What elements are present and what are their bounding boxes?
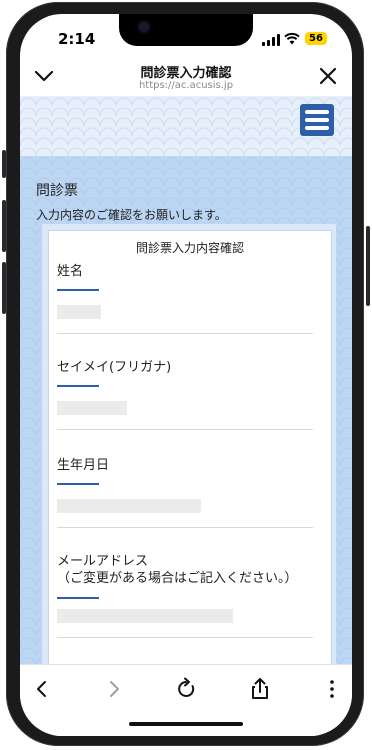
reload-icon[interactable] bbox=[172, 675, 200, 703]
field-value bbox=[57, 499, 201, 513]
share-icon[interactable] bbox=[246, 675, 274, 703]
field-value bbox=[57, 401, 127, 415]
field-underline bbox=[57, 289, 99, 291]
wifi-icon bbox=[284, 32, 300, 45]
site-header bbox=[20, 96, 352, 158]
field-divider bbox=[57, 333, 313, 334]
field-divider bbox=[57, 527, 313, 528]
more-icon[interactable] bbox=[318, 675, 346, 703]
menu-button[interactable] bbox=[300, 104, 334, 136]
browser-top-bar: 問診票入力確認 https://ac.acusis.jp bbox=[20, 58, 352, 100]
section-heading: 問診票 bbox=[36, 183, 78, 199]
field-divider bbox=[57, 429, 313, 430]
camera-notch bbox=[119, 14, 253, 46]
status-time: 2:14 bbox=[58, 30, 96, 48]
instruction-text: 入力内容のご確認をお願いします。 bbox=[36, 208, 227, 222]
page-url: https://ac.acusis.jp bbox=[138, 80, 234, 91]
cellular-signal-icon bbox=[262, 34, 280, 46]
field-divider bbox=[57, 637, 313, 638]
phone-screen: 2:14 56 問診票入力確認 https://ac.acusis.jp 問診票… bbox=[20, 14, 352, 736]
field-label: 生年月日 bbox=[57, 458, 110, 473]
field-label: セイメイ(フリガナ) bbox=[57, 360, 172, 375]
confirmation-card: 問診票入力内容確認 姓名 セイメイ(フリガナ) 生年月日 メールアドレス （ご変… bbox=[48, 230, 332, 692]
field-value bbox=[57, 609, 233, 623]
field-underline bbox=[57, 597, 99, 599]
card-title: 問診票入力内容確認 bbox=[135, 241, 244, 255]
field-value bbox=[57, 305, 101, 319]
home-indicator bbox=[129, 722, 243, 726]
forward-icon[interactable] bbox=[100, 675, 128, 703]
back-icon[interactable] bbox=[28, 675, 56, 703]
front-camera bbox=[139, 22, 149, 32]
battery-indicator: 56 bbox=[305, 32, 327, 45]
close-icon[interactable] bbox=[316, 64, 340, 88]
main-content: 問診票 入力内容のご確認をお願いします。 問診票入力内容確認 姓名 セイメイ(フ… bbox=[20, 156, 352, 694]
field-underline bbox=[57, 483, 99, 485]
field-label: 姓名 bbox=[57, 264, 84, 279]
page-title: 問診票入力確認 bbox=[140, 66, 232, 81]
phone-device: 2:14 56 問診票入力確認 https://ac.acusis.jp 問診票… bbox=[0, 0, 372, 750]
field-underline bbox=[57, 385, 99, 387]
power-button bbox=[366, 226, 370, 306]
field-label: メールアドレス （ご変更がある場合はご記入ください。） bbox=[57, 554, 298, 586]
